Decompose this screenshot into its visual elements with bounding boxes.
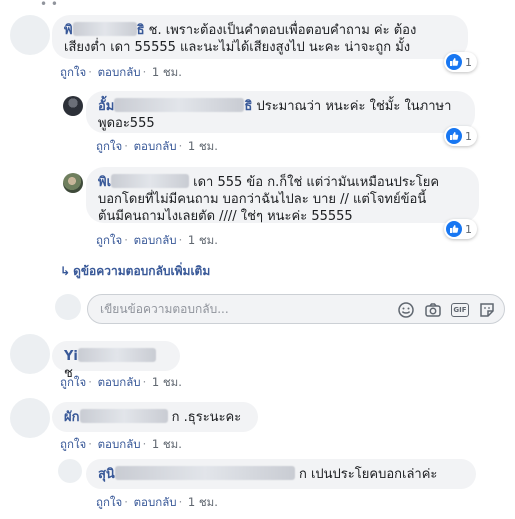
reaction-count[interactable]: 1 xyxy=(444,126,477,146)
reply-arrow-icon: ↳ xyxy=(60,264,71,278)
reply-link[interactable]: ตอบกลับ xyxy=(134,495,177,509)
comment-text: ช. เพราะต้องเป็นคำตอบเพื่อตอบคำถาม ค่ะ ต… xyxy=(148,23,417,38)
avatar[interactable] xyxy=(63,96,83,116)
like-icon xyxy=(446,54,462,70)
timestamp[interactable]: 1 ชม. xyxy=(188,495,218,509)
reply-bubble: อั้ม ธิ ประมาณว่า หนะค่ะ ใช่มั้ะ ในภาษา พ… xyxy=(86,91,475,133)
redacted-name xyxy=(114,466,295,480)
reply-bubble: สุนิ ก เปนประโยคบอกเล่าค่ะ xyxy=(86,459,476,489)
reply-bubble: พิเ เดา 555 ข้อ ก.ก็ใช่ แต่ว่ามันเหมือนป… xyxy=(86,167,479,224)
like-link[interactable]: ถูกใจ xyxy=(96,495,122,509)
comment-bubble: Yi ช xyxy=(52,341,180,381)
comment-text: ก .ธุระนะคะ xyxy=(171,410,242,425)
comment-actions: ถูกใจ · ตอบกลับ · 1 ชม. xyxy=(60,65,182,79)
avatar[interactable] xyxy=(10,15,50,55)
more-replies-link[interactable]: ↳ ดูข้อความตอบกลับเพิ่มเติม xyxy=(60,262,210,281)
comment-actions: ถูกใจ · ตอบกลับ · 1 ชม. xyxy=(96,139,218,153)
avatar[interactable] xyxy=(10,334,50,374)
timestamp[interactable]: 1 ชม. xyxy=(188,139,218,153)
redacted-name xyxy=(114,98,245,112)
comment-text: เสียงต่ำ เดา 55555 และนะไม่ได้เสียงสูงไป… xyxy=(64,40,411,55)
like-link[interactable]: ถูกใจ xyxy=(60,437,86,451)
like-link[interactable]: ถูกใจ xyxy=(60,375,86,389)
sticker-icon[interactable] xyxy=(478,301,496,319)
comment-bubble: ผัก ก .ธุระนะคะ xyxy=(52,402,258,432)
like-icon xyxy=(446,221,462,237)
gif-icon[interactable]: GIF xyxy=(451,301,469,319)
avatar[interactable] xyxy=(58,459,82,483)
reaction-count[interactable]: 1 xyxy=(444,52,477,72)
comment-actions: ถูกใจ · ตอบกลับ · 1 ชม. xyxy=(60,375,182,389)
comment-actions: ถูกใจ · ตอบกลับ · 1 ชม. xyxy=(96,495,218,509)
overflow-dots: • • xyxy=(40,0,58,11)
comment-author[interactable]: ผัก xyxy=(64,409,168,425)
like-link[interactable]: ถูกใจ xyxy=(96,139,122,153)
timestamp[interactable]: 1 ชม. xyxy=(152,437,182,451)
comment-author[interactable]: อั้ม ธิ xyxy=(98,98,252,114)
like-link[interactable]: ถูกใจ xyxy=(60,65,86,79)
reply-link[interactable]: ตอบกลับ xyxy=(98,65,141,79)
smiley-icon[interactable] xyxy=(397,301,415,319)
avatar[interactable] xyxy=(10,398,50,438)
redacted-name xyxy=(79,409,168,423)
reply-link[interactable]: ตอบกลับ xyxy=(134,139,177,153)
comment-text: บอกโดยที่ไม่มีคนถาม บอกว่าฉันไปละ บาย //… xyxy=(98,192,427,207)
comment-author[interactable]: พิ ธิ xyxy=(64,22,145,38)
reply-input[interactable] xyxy=(98,301,378,317)
timestamp[interactable]: 1 ชม. xyxy=(188,233,218,247)
reply-link[interactable]: ตอบกลับ xyxy=(98,375,141,389)
comment-text: ก เปนประโยคบอกเล่าค่ะ xyxy=(298,467,438,482)
timestamp[interactable]: 1 ชม. xyxy=(152,375,182,389)
redacted-name xyxy=(111,174,190,188)
comment-author[interactable]: สุนิ xyxy=(98,466,295,482)
avatar[interactable] xyxy=(63,173,83,193)
avatar xyxy=(55,294,81,320)
comment-author[interactable]: Yi xyxy=(64,348,156,364)
redacted-name xyxy=(72,22,137,36)
reply-link[interactable]: ตอบกลับ xyxy=(98,437,141,451)
timestamp[interactable]: 1 ชม. xyxy=(152,65,182,79)
like-link[interactable]: ถูกใจ xyxy=(96,233,122,247)
camera-icon[interactable] xyxy=(424,301,442,319)
comment-text: เดา 555 ข้อ ก.ก็ใช่ แต่ว่ามันเหมือนประโย… xyxy=(193,175,440,190)
comment-text: ต้นมีคนถามไงเลยตัด //// ใช่ๆ หนะค่ะ 5555… xyxy=(98,209,353,224)
comment-bubble: พิ ธิ ช. เพราะต้องเป็นคำตอบเพื่อตอบคำถาม … xyxy=(52,15,468,59)
comment-author[interactable]: พิเ xyxy=(98,174,190,190)
reaction-count[interactable]: 1 xyxy=(444,219,477,239)
like-icon xyxy=(446,128,462,144)
comment-actions: ถูกใจ · ตอบกลับ · 1 ชม. xyxy=(96,233,218,247)
reply-input-box[interactable]: GIF xyxy=(87,294,505,324)
comment-text: ประมาณว่า หนะค่ะ ใช่มั้ะ ในภาษา xyxy=(256,99,452,114)
redacted-name xyxy=(77,348,156,362)
comment-actions: ถูกใจ · ตอบกลับ · 1 ชม. xyxy=(60,437,182,451)
reply-link[interactable]: ตอบกลับ xyxy=(134,233,177,247)
comment-text: พูดอะ555 xyxy=(98,116,155,131)
